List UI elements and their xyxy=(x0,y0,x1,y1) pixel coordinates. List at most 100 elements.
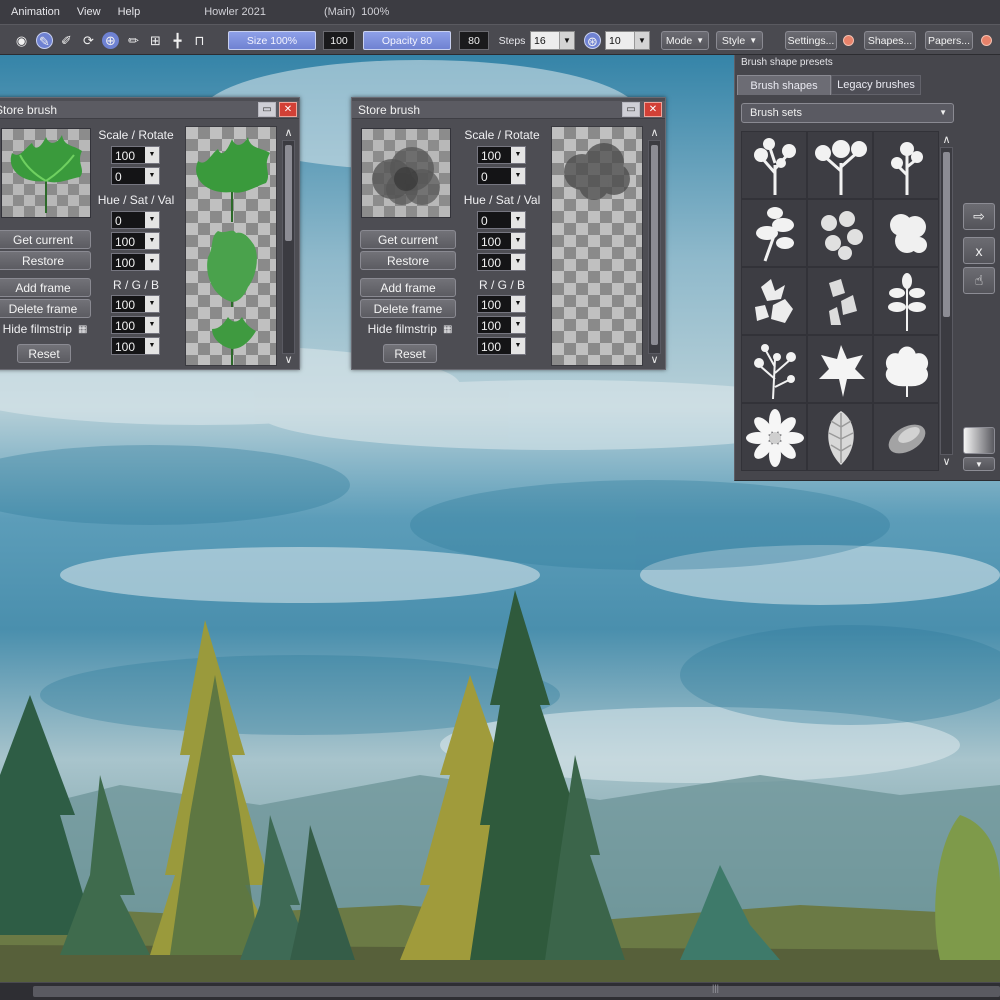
gradient-icon[interactable] xyxy=(963,427,995,454)
steps-select[interactable]: 16 ▼ xyxy=(530,31,575,50)
brush-shape-tile[interactable] xyxy=(807,199,873,267)
scrollbar-thumb[interactable] xyxy=(943,152,950,317)
reset-button[interactable]: Reset xyxy=(17,344,71,363)
brush-shape-tile[interactable] xyxy=(741,335,807,403)
brush-shape-tile[interactable] xyxy=(807,267,873,335)
brush-shape-tile[interactable] xyxy=(873,403,939,471)
chevron-down-icon[interactable]: ▼ xyxy=(511,147,525,163)
swirl-icon[interactable]: ⊛ xyxy=(584,32,601,49)
chevron-down-icon[interactable]: ▼ xyxy=(145,254,159,270)
brush-shape-tile[interactable] xyxy=(807,335,873,403)
chevron-down-icon[interactable]: ▼ xyxy=(963,457,995,471)
plus-circle-icon[interactable]: ⊞ xyxy=(147,32,164,49)
add-frame-button[interactable]: Add frame xyxy=(0,278,91,297)
chevron-down-icon[interactable]: ▼ xyxy=(511,296,525,312)
crosshair-icon[interactable]: ╋ xyxy=(169,32,186,49)
stamp-icon[interactable]: ⊓ xyxy=(191,32,208,49)
chevron-down-icon[interactable]: ▼ xyxy=(511,233,525,249)
tab-legacy-brushes[interactable]: Legacy brushes xyxy=(831,75,921,95)
val-spinner[interactable]: 100 ▼ xyxy=(111,253,160,271)
hide-filmstrip-toggle[interactable]: Hide filmstrip ▦ xyxy=(0,322,95,336)
chevron-up-icon[interactable]: ∧ xyxy=(282,126,295,139)
hue-spinner[interactable]: 0 ▼ xyxy=(477,211,526,229)
menu-help[interactable]: Help xyxy=(118,6,141,18)
tab-brush-shapes[interactable]: Brush shapes xyxy=(737,75,831,95)
chevron-down-icon[interactable]: ▼ xyxy=(511,317,525,333)
shapes-button[interactable]: Shapes... xyxy=(864,31,916,50)
delete-frame-button[interactable]: Delete frame xyxy=(360,299,456,318)
red-spinner[interactable]: 100 ▼ xyxy=(111,295,160,313)
brush-tool-icon[interactable]: ✎ xyxy=(36,32,53,49)
sat-spinner[interactable]: 100 ▼ xyxy=(477,232,526,250)
restore-button[interactable]: Restore xyxy=(0,251,91,270)
brush-shape-tile[interactable] xyxy=(873,131,939,199)
papers-button[interactable]: Papers... xyxy=(925,31,973,50)
chevron-down-icon[interactable]: ∨ xyxy=(940,455,953,468)
rotate-spinner[interactable]: 0 ▼ xyxy=(111,167,160,185)
style-dropdown[interactable]: Style ▼ xyxy=(716,31,763,50)
blue-spinner[interactable]: 100 ▼ xyxy=(111,337,160,355)
target-icon[interactable]: ⊕ xyxy=(102,32,119,49)
scrollbar-thumb[interactable] xyxy=(33,986,1000,997)
hue-spinner[interactable]: 0 ▼ xyxy=(111,211,160,229)
chevron-down-icon[interactable]: ▼ xyxy=(511,338,525,354)
chevron-down-icon[interactable]: ▼ xyxy=(511,212,525,228)
filmstrip[interactable] xyxy=(551,126,643,366)
rotate-spinner[interactable]: 0 ▼ xyxy=(477,167,526,185)
brush-shape-tile[interactable] xyxy=(741,131,807,199)
scale-spinner[interactable]: 100 ▼ xyxy=(111,146,160,164)
get-current-button[interactable]: Get current xyxy=(0,230,91,249)
green-spinner[interactable]: 100 ▼ xyxy=(111,316,160,334)
chevron-up-icon[interactable]: ∧ xyxy=(940,133,953,146)
brush-shape-tile[interactable] xyxy=(873,199,939,267)
blue-spinner[interactable]: 100 ▼ xyxy=(477,337,526,355)
brush-shape-tile[interactable] xyxy=(807,403,873,471)
chevron-down-icon[interactable]: ▼ xyxy=(145,212,159,228)
chevron-down-icon[interactable]: ∨ xyxy=(282,353,295,366)
chevron-down-icon[interactable]: ▼ xyxy=(145,147,159,163)
val-spinner[interactable]: 100 ▼ xyxy=(477,253,526,271)
chevron-down-icon[interactable]: ▼ xyxy=(145,296,159,312)
window-titlebar[interactable]: Store brush ▭ ✕ xyxy=(0,101,299,119)
scrollbar-thumb[interactable] xyxy=(285,145,292,241)
reset-button[interactable]: Reset xyxy=(383,344,437,363)
scale-spinner[interactable]: 100 ▼ xyxy=(477,146,526,164)
red-spinner[interactable]: 100 ▼ xyxy=(477,295,526,313)
chevron-down-icon[interactable]: ▼ xyxy=(511,168,525,184)
settings-button[interactable]: Settings... xyxy=(785,31,837,50)
brush-shape-tile[interactable] xyxy=(807,131,873,199)
delete-preset-button[interactable]: x xyxy=(963,237,995,264)
brush-shape-tile[interactable] xyxy=(741,403,807,471)
menu-view[interactable]: View xyxy=(77,6,101,18)
filmstrip-scrollbar[interactable] xyxy=(648,140,661,354)
close-icon[interactable]: ✕ xyxy=(279,102,297,117)
presets-scrollbar[interactable] xyxy=(940,147,953,455)
chevron-down-icon[interactable]: ▼ xyxy=(145,338,159,354)
size-slider[interactable]: Size 100% xyxy=(228,31,316,50)
chevron-down-icon[interactable]: ▼ xyxy=(145,233,159,249)
menu-animation[interactable]: Animation xyxy=(11,6,60,18)
secondary-select[interactable]: 10 ▼ xyxy=(605,31,650,50)
rotate-icon[interactable]: ⟳ xyxy=(80,32,97,49)
minimize-icon[interactable]: ▭ xyxy=(258,102,276,117)
chevron-down-icon[interactable]: ▼ xyxy=(511,254,525,270)
green-spinner[interactable]: 100 ▼ xyxy=(477,316,526,334)
close-icon[interactable]: ✕ xyxy=(644,102,662,117)
brush-shape-tile[interactable] xyxy=(741,267,807,335)
eye-icon[interactable]: ◉ xyxy=(13,32,30,49)
chevron-up-icon[interactable]: ∧ xyxy=(648,126,661,139)
restore-button[interactable]: Restore xyxy=(360,251,456,270)
brush-shape-tile[interactable] xyxy=(873,335,939,403)
get-current-button[interactable]: Get current xyxy=(360,230,456,249)
filmstrip[interactable] xyxy=(185,126,277,366)
brush-sets-dropdown[interactable]: Brush sets ▼ xyxy=(741,103,954,123)
brush-shape-tile[interactable] xyxy=(741,199,807,267)
canvas-horizontal-scrollbar[interactable]: ||| xyxy=(0,982,1000,1000)
chevron-down-icon[interactable]: ▼ xyxy=(145,317,159,333)
pencil-icon[interactable]: ✐ xyxy=(58,32,75,49)
hand-icon[interactable]: ☝ xyxy=(963,267,995,294)
brush-shape-tile[interactable] xyxy=(873,267,939,335)
arrow-right-icon[interactable]: ⇨ xyxy=(963,203,995,230)
scrollbar-thumb[interactable] xyxy=(651,145,658,345)
filmstrip-scrollbar[interactable] xyxy=(282,140,295,354)
